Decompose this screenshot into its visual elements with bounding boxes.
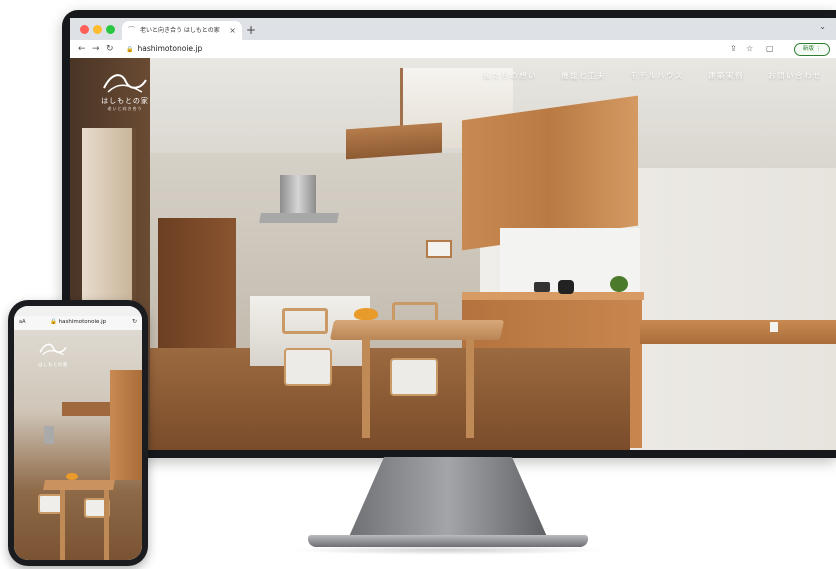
hero-photo-kettle — [558, 280, 574, 294]
phone-photo-table — [43, 480, 115, 490]
hero-photo-table-leg — [362, 338, 370, 438]
website-hero: はしもとの家 老いと向き合う 私たちの想い 機能と工夫 モデルハウス 建築実例 … — [70, 58, 836, 450]
wave-logo-icon — [103, 74, 147, 93]
phone-wave-logo-icon — [39, 343, 67, 356]
hero-photo-orange-bowl — [354, 308, 378, 320]
hero-photo-countertop — [462, 292, 644, 300]
new-version-button[interactable]: 新版 ⋮ — [794, 43, 830, 56]
hero-photo-dining-table — [329, 320, 505, 340]
phone-website-hero: はしもとの家 — [14, 330, 142, 560]
phone-url: 🔒 hashimotonoie.jp — [50, 319, 106, 325]
phone-photo-hood — [44, 426, 54, 444]
nav-item-contact[interactable]: お問い合わせ — [768, 70, 822, 81]
phone-photo-table-leg — [60, 490, 65, 560]
hero-photo-hood-base — [259, 213, 339, 223]
tab-search-chevron-icon[interactable]: ⌄ — [819, 22, 826, 31]
phone-photo-cabinets — [110, 370, 142, 480]
phone-status-bar — [14, 306, 142, 316]
logo-subtext: 老いと向き合う — [107, 106, 143, 111]
tab-close-icon[interactable]: × — [229, 21, 236, 40]
nav-item-features[interactable]: 機能と工夫 — [561, 70, 606, 81]
hero-photo-plant — [610, 276, 628, 292]
hero-photo-pot — [534, 282, 550, 292]
share-icon[interactable]: ⇪ — [730, 42, 737, 56]
hero-photo-range-hood — [280, 175, 316, 215]
minimize-window-button[interactable] — [93, 25, 102, 34]
phone-reader-button[interactable]: aA — [19, 319, 25, 325]
address-bar[interactable]: 🔒 hashimotonoie.jp — [126, 42, 746, 56]
hero-photo-switch — [426, 240, 452, 258]
phone-site-logo[interactable]: はしもとの家 — [30, 340, 76, 368]
nav-item-philosophy[interactable]: 私たちの想い — [483, 70, 537, 81]
back-arrow-icon[interactable]: ← — [78, 42, 86, 56]
logo-text: はしもとの家 — [101, 97, 149, 105]
phone-url-text: hashimotonoie.jp — [58, 319, 107, 325]
phone-reload-icon[interactable]: ↻ — [132, 318, 137, 325]
tab-title: 老いと向き合う はしもとの家 — [140, 27, 220, 34]
address-url: hashimotonoie.jp — [137, 44, 203, 53]
phone-logo-text: はしもとの家 — [38, 363, 68, 368]
maximize-window-button[interactable] — [106, 25, 115, 34]
monitor-screen: ⌒ 老いと向き合う はしもとの家 × + ⌄ ← → ↻ 🔒 hashimoton… — [70, 18, 836, 450]
close-window-button[interactable] — [80, 25, 89, 34]
nav-item-works[interactable]: 建築実例 — [708, 70, 744, 81]
bookmark-star-icon[interactable]: ☆ — [746, 42, 753, 56]
site-logo[interactable]: はしもとの家 老いと向き合う — [90, 68, 160, 128]
new-tab-button[interactable]: + — [246, 21, 256, 40]
phone-photo-orange-bowl — [66, 473, 78, 480]
new-version-label: 新版 — [802, 46, 814, 52]
favicon-icon: ⌒ — [128, 26, 135, 34]
phone-address-bar[interactable]: aA 🔒 hashimotonoie.jp ↻ — [14, 316, 142, 331]
nav-item-model-house[interactable]: モデルハウス — [630, 70, 684, 81]
phone-lock-icon: 🔒 — [50, 319, 57, 325]
browser-tab-strip: ⌒ 老いと向き合う はしもとの家 × + ⌄ — [70, 18, 836, 40]
lock-icon: 🔒 — [126, 46, 134, 53]
reload-icon[interactable]: ↻ — [106, 42, 114, 56]
browser-tab[interactable]: ⌒ 老いと向き合う はしもとの家 × — [122, 21, 242, 40]
hero-photo-wall-shelf — [640, 320, 836, 344]
hero-photo-table-leg — [466, 338, 474, 438]
sidebar-icon[interactable]: ▢ — [766, 42, 774, 56]
phone-screen: aA 🔒 hashimotonoie.jp ↻ はしもとの家 — [14, 306, 142, 560]
phone-photo-table-leg — [104, 490, 109, 560]
site-nav: 私たちの想い 機能と工夫 モデルハウス 建築実例 お問い合わせ — [483, 70, 822, 81]
monitor-stand-neck — [348, 457, 548, 539]
forward-arrow-icon[interactable]: → — [92, 42, 100, 56]
monitor-stand-foot — [308, 535, 588, 547]
hero-photo-chair — [390, 358, 438, 396]
hero-photo-chair-back — [282, 308, 328, 334]
phone-photo-beam — [62, 402, 110, 416]
hero-photo-chair — [284, 348, 332, 386]
browser-toolbar: ← → ↻ 🔒 hashimotonoie.jp ⇪ ☆ ▢ 新版 ⋮ — [70, 40, 836, 59]
hero-photo-niche — [770, 322, 778, 332]
